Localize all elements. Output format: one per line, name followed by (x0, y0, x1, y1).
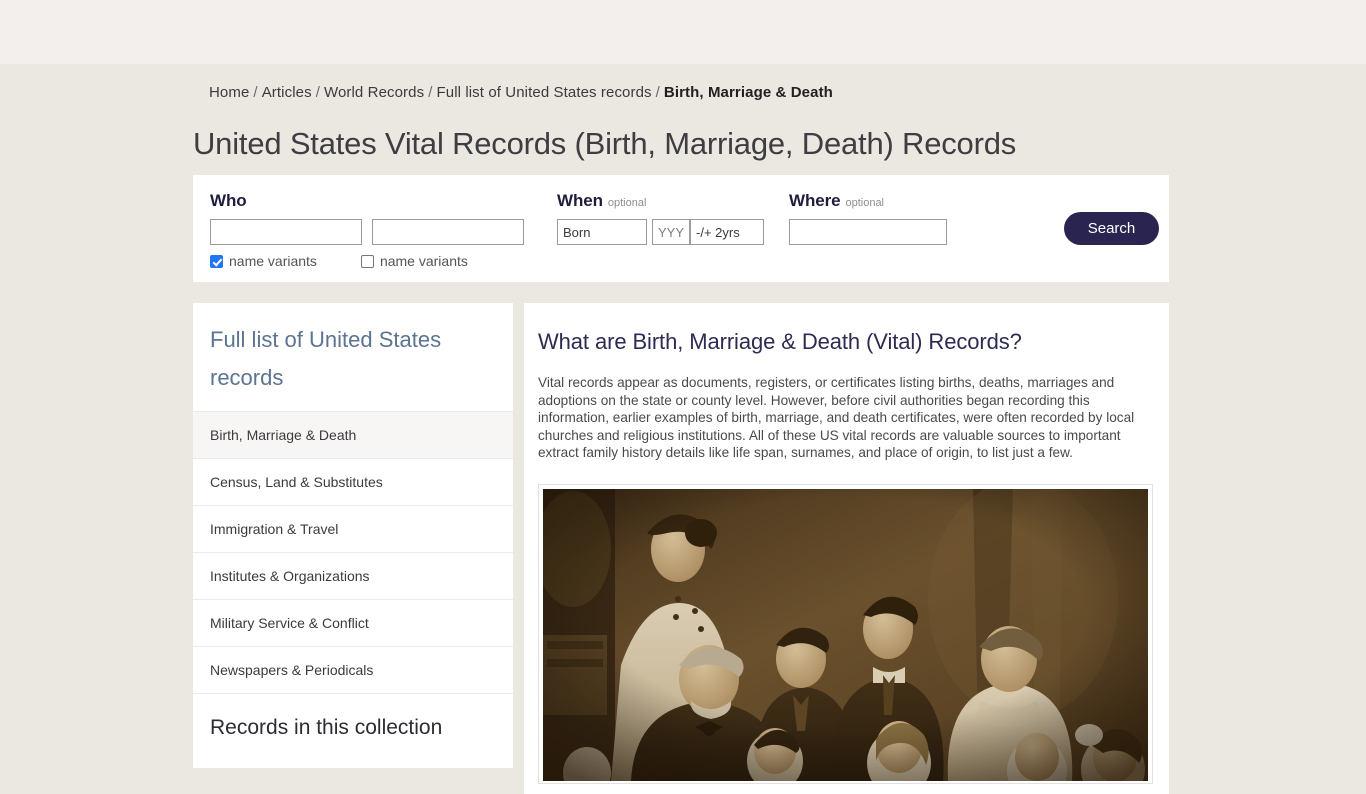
main-content-card: What are Birth, Marriage & Death (Vital)… (524, 303, 1169, 794)
sidebar-item-label: Institutes & Organizations (210, 568, 370, 584)
who-group: Who (210, 191, 524, 245)
sidebar-item-label: Birth, Marriage & Death (210, 427, 357, 443)
first-name-variants-label: name variants (229, 253, 317, 269)
sidebar-item-immigration-travel[interactable]: Immigration & Travel (193, 505, 513, 552)
sidebar-heading-link[interactable]: Full list of United States records (193, 303, 513, 411)
vintage-family-portrait-photo (538, 483, 1153, 784)
year-input[interactable] (652, 219, 690, 245)
who-label: Who (210, 191, 247, 210)
breadcrumb-separator: / (655, 84, 660, 101)
where-group: Where optional (789, 191, 947, 245)
sidebar-item-label: Immigration & Travel (210, 521, 339, 537)
breadcrumb-item-articles[interactable]: Articles (262, 84, 312, 101)
when-label: When (557, 191, 603, 210)
when-inputs: BornMarriedDiedOther exact-/+ 2yrs-/+ 5y… (557, 219, 764, 245)
checkbox-icon[interactable] (360, 254, 374, 268)
main-heading: What are Birth, Marriage & Death (Vital)… (538, 329, 1022, 354)
first-name-input[interactable] (210, 219, 362, 245)
page-title: United States Vital Records (Birth, Marr… (193, 126, 1017, 161)
top-band (0, 0, 1366, 64)
breadcrumb-current: Birth, Marriage & Death (663, 84, 833, 101)
search-button[interactable]: Search (1064, 212, 1159, 245)
breadcrumb-separator: / (428, 84, 433, 101)
sidebar-item-birth-marriage-death[interactable]: Birth, Marriage & Death (193, 411, 513, 458)
breadcrumb: Home / Articles / World Records / Full list of… (209, 84, 833, 101)
sidebar-item-military-service[interactable]: Military Service & Conflict (193, 599, 513, 646)
last-name-variants-label: name variants (379, 253, 468, 269)
sidebar-item-institutes-organizations[interactable]: Institutes & Organizations (193, 552, 513, 599)
who-inputs (210, 219, 524, 245)
last-name-variants-toggle[interactable]: name variants (360, 253, 468, 269)
page-body: Home / Articles / World Records / Full list of… (0, 64, 1366, 794)
sidebar-item-newspapers-periodicals[interactable]: Newspapers & Periodicals (193, 646, 513, 693)
breadcrumb-separator: / (315, 84, 320, 101)
sidebar-item-label: Census, Land & Substitutes (210, 474, 383, 490)
place-input[interactable] (789, 219, 947, 245)
where-inputs (789, 219, 947, 245)
year-range-select[interactable]: exact-/+ 2yrs-/+ 5yrs-/+ 10yrs-/+ 20yrs (690, 219, 764, 245)
sidebar-sub-heading: Records in this collection (193, 693, 513, 750)
first-name-variants-toggle[interactable]: name variants (210, 253, 317, 269)
breadcrumb-item-world-records[interactable]: World Records (324, 84, 424, 101)
sidebar: Full list of United States records Birth… (193, 303, 513, 768)
checkbox-icon[interactable] (210, 254, 223, 268)
event-type-select[interactable]: BornMarriedDiedOther (557, 219, 647, 245)
where-label: Where (789, 191, 841, 210)
when-group: When optional BornMarriedDiedOther exact-… (557, 191, 764, 245)
last-name-input[interactable] (372, 219, 524, 245)
sidebar-item-census-land[interactable]: Census, Land & Substitutes (193, 458, 513, 505)
sidebar-item-label: Newspapers & Periodicals (210, 662, 374, 678)
search-panel: Who name variants name variants When opti… (193, 175, 1169, 282)
sidebar-item-label: Military Service & Conflict (210, 615, 369, 631)
name-variants-row: name variants name variants (210, 253, 468, 269)
where-optional-label: optional (845, 197, 885, 209)
breadcrumb-item-full-list[interactable]: Full list of United States records (436, 84, 651, 101)
breadcrumb-separator: / (253, 84, 258, 101)
breadcrumb-item-home[interactable]: Home (209, 84, 249, 101)
main-paragraph: Vital records appear as documents, regis… (538, 375, 1135, 461)
when-optional-label: optional (607, 197, 647, 209)
